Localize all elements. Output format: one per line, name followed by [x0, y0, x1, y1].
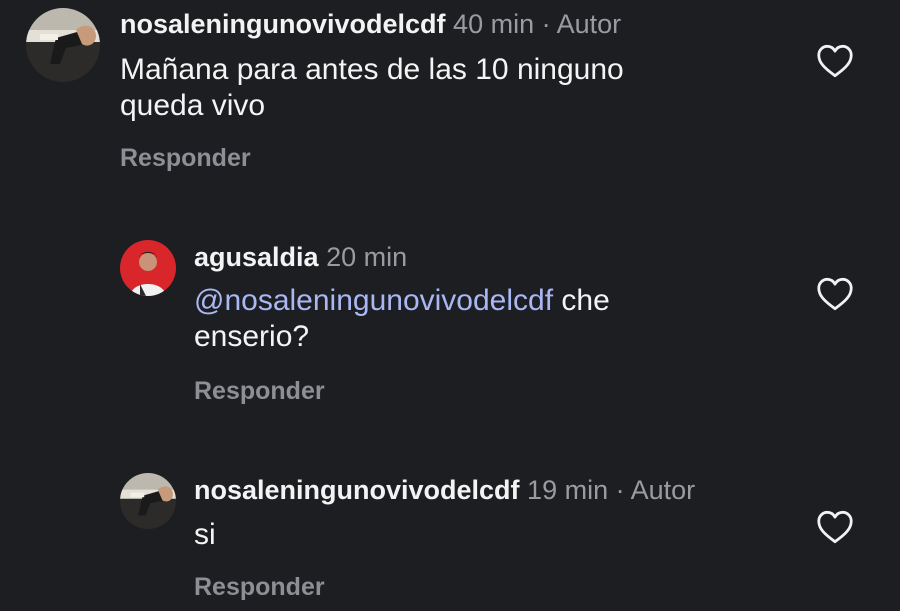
separator: ·: [615, 475, 625, 505]
username[interactable]: agusaldia: [194, 242, 319, 272]
comment-meta: nosaleningunovivodelcdf 19 min · Autor: [194, 474, 695, 506]
comment-text: @nosaleningunovivodelcdf che enserio?: [194, 283, 610, 355]
heart-outline-icon: [817, 277, 853, 311]
comment-meta: nosaleningunovivodelcdf 40 min · Autor: [120, 8, 621, 40]
comment-text-line-2: queda vivo: [120, 89, 266, 122]
like-button[interactable]: [816, 44, 854, 78]
comment-meta: agusaldia 20 min: [194, 241, 407, 273]
avatar-gun-hand[interactable]: [26, 8, 100, 82]
mention-link[interactable]: @nosaleningunovivodelcdf: [194, 284, 553, 317]
separator: ·: [541, 9, 551, 39]
avatar-red-person[interactable]: [120, 240, 176, 296]
like-button[interactable]: [816, 510, 854, 544]
author-badge: Autor: [630, 475, 696, 505]
username[interactable]: nosaleningunovivodelcdf: [120, 9, 446, 39]
comment-text: Mañana para antes de las 10 ninguno qued…: [120, 52, 624, 124]
comment-reply: agusaldia 20 min @nosaleningunovivodelcd…: [0, 230, 900, 430]
heart-outline-icon: [817, 44, 853, 78]
timestamp: 20 min: [326, 242, 408, 272]
timestamp: 19 min: [527, 475, 609, 505]
comment-text-line-1: si: [194, 518, 216, 551]
timestamp: 40 min: [453, 9, 535, 39]
comment-text: si: [194, 517, 216, 553]
author-badge: Autor: [556, 9, 622, 39]
reply-button[interactable]: Responder: [120, 143, 251, 173]
gun-hand-avatar-icon: [26, 8, 100, 82]
comment-top-level: nosaleningunovivodelcdf 40 min · Autor M…: [0, 0, 900, 200]
username[interactable]: nosaleningunovivodelcdf: [194, 475, 520, 505]
comment-text-after-mention: che: [553, 284, 610, 317]
comment-reply: nosaleningunovivodelcdf 19 min · Autor s…: [0, 463, 900, 611]
comment-text-line-1: Mañana para antes de las 10 ninguno: [120, 53, 624, 86]
comment-text-line-1: @nosaleningunovivodelcdf che: [194, 283, 610, 319]
reply-button[interactable]: Responder: [194, 376, 325, 406]
person-red-background-avatar-icon: [120, 240, 176, 296]
reply-button[interactable]: Responder: [194, 572, 325, 602]
like-button[interactable]: [816, 277, 854, 311]
heart-outline-icon: [817, 510, 853, 544]
gun-hand-avatar-icon: [120, 473, 176, 529]
comment-text-line-2: enserio?: [194, 320, 310, 353]
avatar-gun-hand[interactable]: [120, 473, 176, 529]
